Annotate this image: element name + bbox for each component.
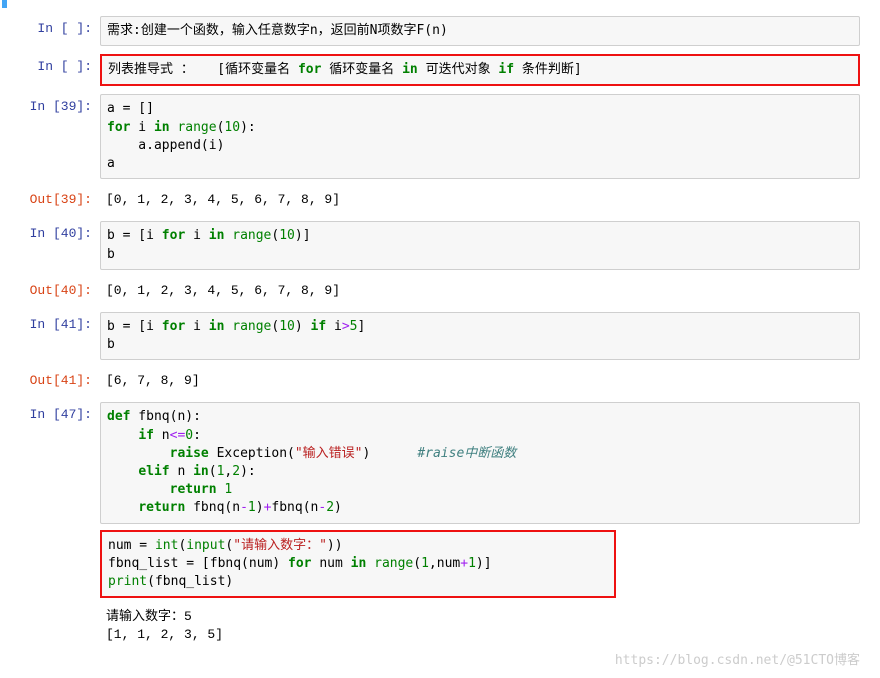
cell: Out[41]:[6, 7, 8, 9]	[0, 366, 880, 396]
cell: Out[40]:[0, 1, 2, 3, 4, 5, 6, 7, 8, 9]	[0, 276, 880, 306]
code-input-sub[interactable]: num = int(input("请输入数字："))fbnq_list = [f…	[100, 530, 616, 599]
code-input[interactable]: a = []for i in range(10): a.append(i)a	[100, 94, 860, 179]
input-wrapper: def fbnq(n): if n<=0: raise Exception("输…	[100, 402, 870, 648]
output-area: [0, 1, 2, 3, 4, 5, 6, 7, 8, 9]	[100, 278, 880, 304]
output-prompt: Out[39]:	[0, 187, 100, 213]
input-wrapper: b = [i for i in range(10)]b	[100, 221, 870, 269]
input-prompt: In [39]:	[0, 94, 100, 120]
cell: In [47]:def fbnq(n): if n<=0: raise Exce…	[0, 400, 880, 650]
output-area: [0, 1, 2, 3, 4, 5, 6, 7, 8, 9]	[100, 187, 880, 213]
cell: In [ ]:列表推导式 ： [循环变量名 for 循环变量名 in 可迭代对象…	[0, 52, 880, 88]
input-wrapper: a = []for i in range(10): a.append(i)a	[100, 94, 870, 179]
output-area: [6, 7, 8, 9]	[100, 368, 880, 394]
input-prompt: In [40]:	[0, 221, 100, 247]
cell: In [39]:a = []for i in range(10): a.appe…	[0, 92, 880, 181]
watermark: https://blog.csdn.net/@51CTO博客	[0, 649, 880, 668]
cell: In [40]:b = [i for i in range(10)]b	[0, 219, 880, 271]
input-prompt: In [47]:	[0, 402, 100, 428]
code-input[interactable]: b = [i for i in range(10)]b	[100, 221, 860, 269]
code-input[interactable]: b = [i for i in range(10) if i>5]b	[100, 312, 860, 360]
cell: In [ ]:需求:创建一个函数，输入任意数字n，返回前N项数字F(n)	[0, 14, 880, 48]
input-prompt: In [41]:	[0, 312, 100, 338]
input-wrapper: 列表推导式 ： [循环变量名 for 循环变量名 in 可迭代对象 if 条件判…	[100, 54, 870, 86]
cell: Out[39]:[0, 1, 2, 3, 4, 5, 6, 7, 8, 9]	[0, 185, 880, 215]
stdout: 请输入数字：5[1, 1, 2, 3, 5]	[100, 604, 870, 648]
code-input[interactable]: 需求:创建一个函数，输入任意数字n，返回前N项数字F(n)	[100, 16, 860, 46]
output-prompt: Out[40]:	[0, 278, 100, 304]
top-bar	[2, 0, 877, 8]
input-wrapper: 需求:创建一个函数，输入任意数字n，返回前N项数字F(n)	[100, 16, 870, 46]
output-prompt: Out[41]:	[0, 368, 100, 394]
input-prompt: In [ ]:	[0, 16, 100, 42]
input-wrapper: b = [i for i in range(10) if i>5]b	[100, 312, 870, 360]
code-input[interactable]: def fbnq(n): if n<=0: raise Exception("输…	[100, 402, 860, 523]
code-input[interactable]: 列表推导式 ： [循环变量名 for 循环变量名 in 可迭代对象 if 条件判…	[100, 54, 860, 86]
input-prompt: In [ ]:	[0, 54, 100, 80]
cell: In [41]:b = [i for i in range(10) if i>5…	[0, 310, 880, 362]
notebook: In [ ]:需求:创建一个函数，输入任意数字n，返回前N项数字F(n)In […	[0, 0, 880, 678]
